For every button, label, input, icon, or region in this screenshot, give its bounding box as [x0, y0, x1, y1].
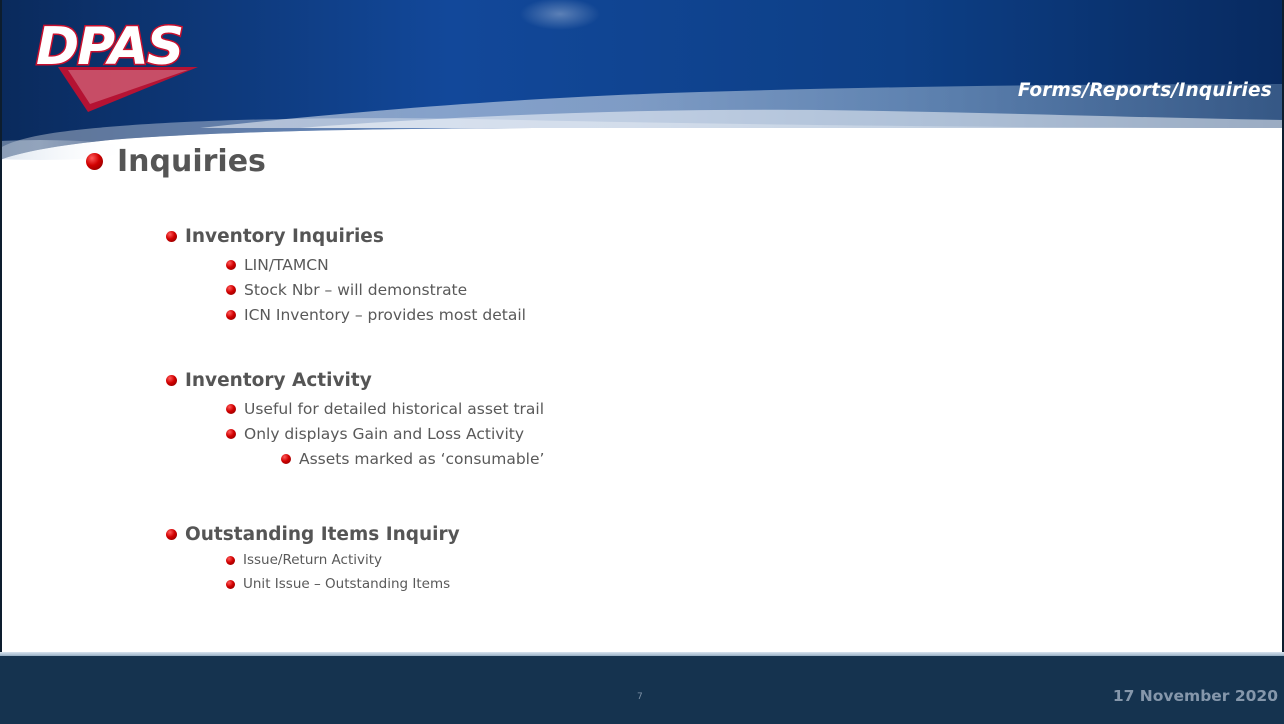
list-subitem-label: Assets marked as ‘consumable’	[299, 450, 545, 468]
footer-date: 17 November 2020	[1112, 687, 1278, 705]
list-subitem: Assets marked as ‘consumable’	[281, 450, 544, 468]
heading-outstanding-items: Outstanding Items Inquiry	[166, 524, 460, 545]
bullet-icon	[226, 310, 236, 320]
list-item-label: Issue/Return Activity	[243, 552, 383, 568]
page-number: 7	[637, 692, 643, 702]
footer-bar	[0, 656, 1284, 724]
list-item-label: Useful for detailed historical asset tra…	[244, 400, 545, 418]
heading-inventory-inquiries: Inventory Inquiries	[166, 226, 384, 247]
bullet-icon	[281, 454, 291, 464]
bullet-icon	[166, 375, 177, 386]
group-heading: Inventory Activity	[185, 370, 372, 391]
list-item-label: Unit Issue – Outstanding Items	[243, 576, 451, 592]
slide: DPAS Forms/Reports/Inquiries Inquiries I…	[0, 0, 1284, 724]
list-item-label: Only displays Gain and Loss Activity	[244, 425, 525, 443]
list-item: Useful for detailed historical asset tra…	[226, 400, 544, 418]
bullet-icon	[86, 153, 103, 170]
group-heading: Inventory Inquiries	[185, 226, 384, 247]
bullet-icon	[226, 404, 236, 414]
page-title-row: Inquiries	[86, 144, 266, 179]
bullet-icon	[166, 231, 177, 242]
list-item: Unit Issue – Outstanding Items	[226, 576, 450, 592]
page-title: Inquiries	[117, 144, 266, 179]
list-item-label: LIN/TAMCN	[244, 256, 329, 274]
list-item-label: Stock Nbr – will demonstrate	[244, 281, 468, 299]
bullet-icon	[226, 555, 235, 565]
slide-content: Inquiries Inventory Inquiries LIN/TAMCN …	[0, 0, 1284, 724]
list-item: LIN/TAMCN	[226, 256, 329, 274]
list-item-label: ICN Inventory – provides most detail	[244, 306, 526, 324]
list-item: Issue/Return Activity	[226, 552, 382, 568]
list-item: Stock Nbr – will demonstrate	[226, 281, 467, 299]
list-item: Only displays Gain and Loss Activity	[226, 425, 524, 443]
group-heading: Outstanding Items Inquiry	[185, 524, 460, 545]
heading-inventory-activity: Inventory Activity	[166, 370, 372, 391]
bullet-icon	[226, 429, 236, 439]
bullet-icon	[226, 260, 236, 270]
bullet-icon	[166, 529, 177, 540]
bullet-icon	[226, 579, 235, 589]
list-item: ICN Inventory – provides most detail	[226, 306, 526, 324]
bullet-icon	[226, 285, 236, 295]
